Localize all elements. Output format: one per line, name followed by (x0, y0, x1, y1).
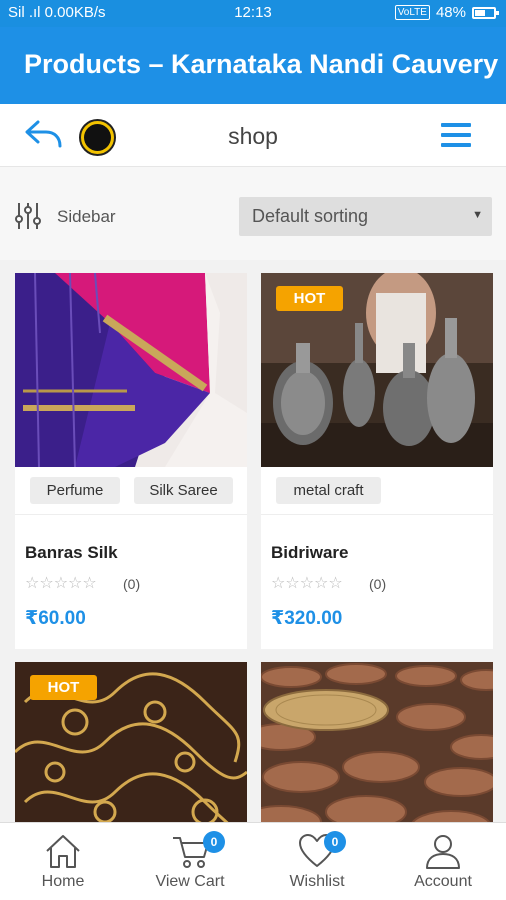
product-image-coins[interactable] (261, 662, 493, 822)
menu-icon[interactable] (441, 123, 471, 147)
hot-badge: HOT (30, 675, 97, 700)
tab-view-cart[interactable]: 0 View Cart (127, 823, 253, 900)
product-image-saree[interactable] (15, 273, 247, 467)
product-card[interactable]: HOT (15, 662, 247, 822)
battery-icon (472, 6, 499, 19)
tag-perfume[interactable]: Perfume (30, 477, 120, 504)
tag-metal-craft[interactable]: metal craft (276, 477, 381, 504)
sidebar-toggle[interactable]: Sidebar (57, 207, 116, 227)
battery-percent: 48% (435, 4, 466, 21)
tab-home[interactable]: Home (0, 823, 126, 900)
bottom-nav: Home 0 View Cart 0 Wishlist Account (0, 822, 506, 900)
star-rating-icon: ☆☆☆☆☆ (25, 575, 97, 592)
tab-view-cart-label: View Cart (155, 873, 225, 890)
star-rating-icon: ☆☆☆☆☆ (271, 575, 343, 592)
tab-account[interactable]: Account (380, 823, 506, 900)
user-icon (426, 835, 460, 869)
tab-wishlist[interactable]: 0 Wishlist (254, 823, 380, 900)
shop-title: shop (228, 123, 278, 149)
sort-value: Default sorting (252, 206, 369, 226)
product-name[interactable]: Banras Silk (25, 543, 118, 563)
sliders-icon[interactable] (13, 201, 43, 231)
wishlist-count-badge: 0 (324, 831, 346, 853)
status-right: VoLTE 48% (394, 4, 499, 21)
dropdown-arrow-icon: ▼ (472, 209, 483, 221)
product-name[interactable]: Bidriware (271, 543, 348, 563)
status-bar: Sil .ıl 0.00KB/s 12:13 VoLTE 48% (0, 0, 506, 27)
product-image-bidriware[interactable]: HOT (261, 273, 493, 467)
page-title: Products – Karnataka Nandi Cauvery (24, 49, 499, 79)
tag-silk-saree[interactable]: Silk Saree (134, 477, 233, 504)
volte-indicator: VoLTE (394, 5, 430, 20)
product-price: ₹320.00 (271, 608, 343, 629)
product-image-inlay[interactable]: HOT (15, 662, 247, 822)
sort-dropdown[interactable]: Default sorting ▼ (239, 197, 492, 236)
product-card[interactable]: Perfume Silk Saree Banras Silk ☆☆☆☆☆ (0)… (15, 273, 247, 649)
tab-home-label: Home (41, 873, 85, 890)
product-card[interactable]: HOT metal craft Bidriware ☆☆☆☆☆ (0) ₹320… (261, 273, 493, 649)
rating-count: (0) (123, 576, 141, 592)
cart-count-badge: 0 (203, 831, 225, 853)
rating-count: (0) (369, 576, 387, 592)
product-card[interactable] (261, 662, 493, 822)
product-tags: metal craft (261, 467, 493, 515)
tab-wishlist-label: Wishlist (289, 873, 345, 890)
product-price: ₹60.00 (25, 608, 86, 629)
hot-badge: HOT (276, 286, 343, 311)
tab-account-label: Account (414, 873, 472, 890)
home-icon (46, 835, 80, 868)
filter-row: Sidebar Default sorting ▼ (0, 167, 506, 260)
nav-row: shop (0, 104, 506, 167)
product-tags: Perfume Silk Saree (15, 467, 247, 515)
product-grid: Perfume Silk Saree Banras Silk ☆☆☆☆☆ (0)… (0, 260, 506, 822)
app-bar: Products – Karnataka Nandi Cauvery (0, 27, 506, 104)
